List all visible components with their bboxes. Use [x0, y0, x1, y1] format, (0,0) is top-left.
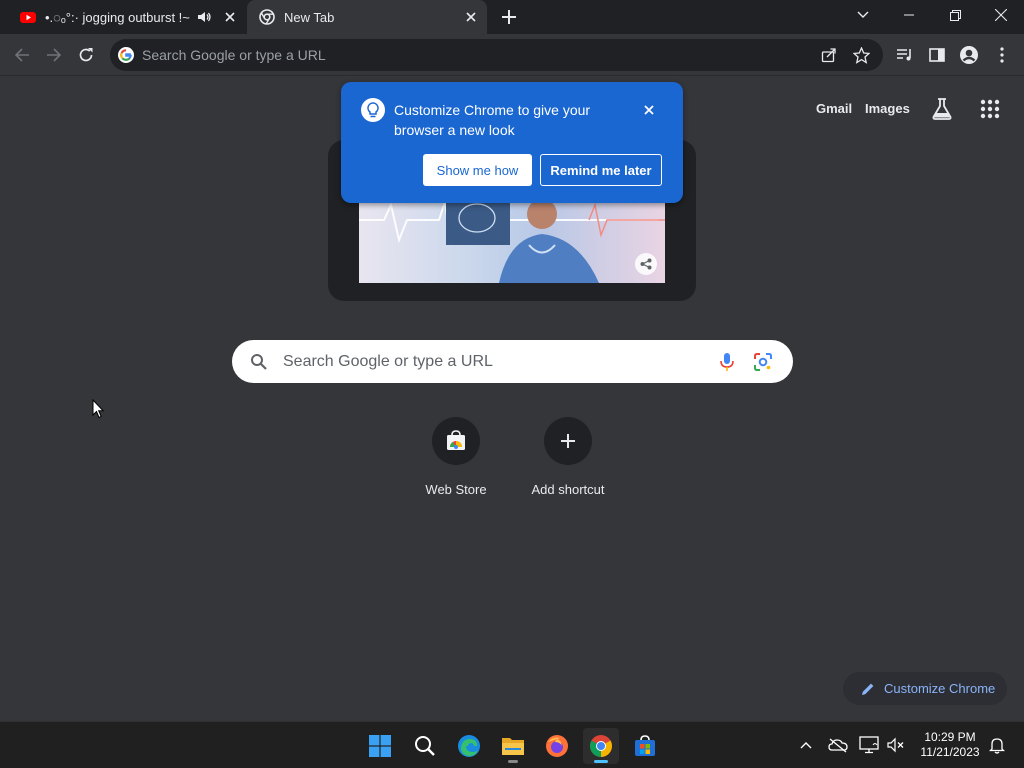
restore-button[interactable]: [932, 0, 978, 30]
voice-search-icon[interactable]: [717, 352, 737, 372]
clock-time: 10:29 PM: [924, 730, 976, 744]
onedrive-offline-icon[interactable]: [828, 735, 848, 755]
store-icon[interactable]: [627, 728, 663, 764]
file-explorer-icon[interactable]: [495, 728, 531, 764]
customize-label: Customize Chrome: [884, 681, 996, 696]
close-tab-icon[interactable]: [222, 9, 238, 25]
plus-icon: [544, 417, 592, 465]
omnibox[interactable]: Search Google or type a URL: [110, 39, 883, 71]
webstore-icon: [432, 417, 480, 465]
share-doodle-icon[interactable]: [635, 253, 657, 275]
tab-strip: •.◌ₒ°:· jogging outburst !~ New Tab: [0, 0, 1024, 34]
youtube-icon: [20, 9, 36, 25]
volume-muted-icon[interactable]: [886, 735, 906, 755]
google-lens-icon[interactable]: [753, 352, 773, 372]
ntp-search-box[interactable]: Search Google or type a URL: [232, 340, 793, 383]
back-button[interactable]: [10, 43, 34, 67]
close-tab-icon[interactable]: [463, 9, 479, 25]
chrome-icon: [259, 9, 275, 25]
search-placeholder: Search Google or type a URL: [283, 352, 493, 370]
close-window-button[interactable]: [978, 0, 1024, 30]
google-icon: [118, 47, 134, 63]
reload-button[interactable]: [74, 43, 98, 67]
labs-flask-icon[interactable]: [930, 97, 954, 121]
notification-bell-icon[interactable]: [987, 735, 1007, 755]
tab-search-button[interactable]: [840, 0, 886, 30]
google-apps-icon[interactable]: [978, 97, 1002, 121]
side-panel-icon[interactable]: [926, 44, 948, 66]
media-controls-icon[interactable]: [894, 44, 916, 66]
menu-kebab-icon[interactable]: [991, 44, 1013, 66]
tab-new-tab[interactable]: New Tab: [247, 0, 487, 34]
clock-date: 11/21/2023: [920, 745, 980, 759]
firefox-icon[interactable]: [539, 728, 575, 764]
promo-title: Customize Chrome to give your browser a …: [394, 102, 591, 138]
chrome-icon[interactable]: [583, 728, 619, 764]
toolbar: Search Google or type a URL: [0, 34, 1024, 76]
forward-button[interactable]: [42, 43, 66, 67]
profile-avatar[interactable]: [958, 44, 980, 66]
new-tab-button[interactable]: [499, 7, 519, 27]
edge-icon[interactable]: [451, 728, 487, 764]
shortcut-add[interactable]: Add shortcut: [512, 417, 624, 497]
start-icon[interactable]: [362, 728, 398, 764]
taskbar-clock[interactable]: 10:29 PM 11/21/2023: [912, 730, 988, 760]
remind-me-later-button[interactable]: Remind me later: [540, 154, 662, 186]
omnibox-placeholder: Search Google or type a URL: [142, 47, 326, 63]
shortcut-label: Add shortcut: [531, 482, 605, 497]
gmail-link[interactable]: Gmail: [816, 101, 852, 116]
search-icon: [250, 353, 268, 371]
close-promo-icon[interactable]: [641, 102, 657, 118]
shortcut-label: Web Store: [425, 482, 487, 497]
tab-title: New Tab: [284, 9, 335, 25]
customize-chrome-promo: Customize Chrome to give your browser a …: [341, 82, 683, 203]
share-icon[interactable]: [819, 45, 839, 65]
chevron-up-icon[interactable]: [796, 735, 816, 755]
show-me-how-button[interactable]: Show me how: [423, 154, 532, 186]
lightbulb-icon: [361, 98, 385, 122]
bookmark-star-icon[interactable]: [851, 45, 871, 65]
windows-taskbar: 10:29 PM 11/21/2023: [0, 721, 1024, 768]
pencil-icon: [860, 681, 876, 697]
images-link[interactable]: Images: [865, 101, 910, 116]
network-icon[interactable]: [859, 735, 879, 755]
customize-chrome-button[interactable]: Customize Chrome: [843, 672, 1007, 705]
tab-youtube[interactable]: •.◌ₒ°:· jogging outburst !~: [8, 0, 246, 34]
speaker-icon[interactable]: [196, 9, 212, 25]
tab-title: •.◌ₒ°:· jogging outburst !~: [45, 9, 190, 25]
shortcut-web-store[interactable]: Web Store: [400, 417, 512, 497]
search-icon[interactable]: [407, 728, 443, 764]
mouse-cursor-icon: [92, 398, 105, 419]
minimize-button[interactable]: [886, 0, 932, 30]
google-doodle[interactable]: [359, 200, 665, 283]
